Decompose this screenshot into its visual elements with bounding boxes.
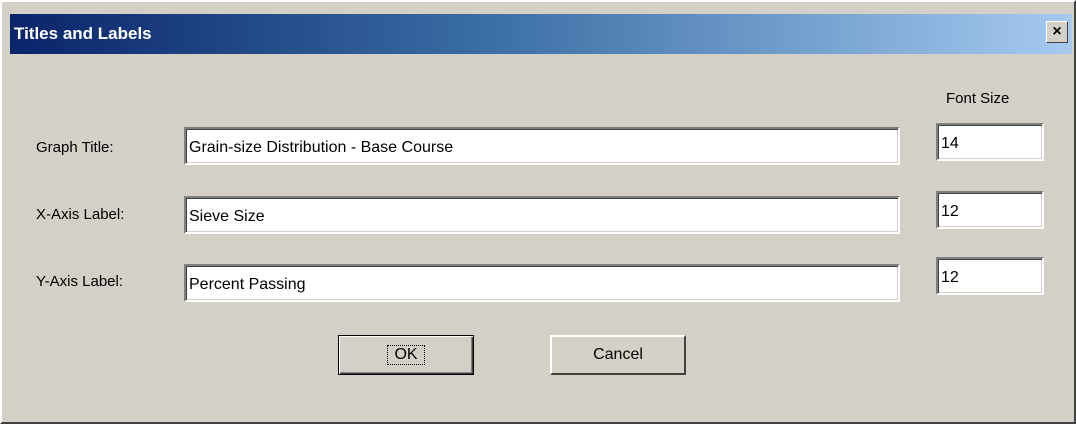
graph-title-input[interactable] bbox=[184, 127, 900, 165]
ok-button[interactable]: OK bbox=[338, 335, 474, 375]
y-axis-font-size-input[interactable] bbox=[936, 257, 1044, 295]
dialog-title: Titles and Labels bbox=[14, 24, 152, 43]
font-size-header: Font Size bbox=[946, 90, 1010, 107]
close-icon: × bbox=[1052, 23, 1062, 40]
y-axis-label-label: Y-Axis Label: bbox=[36, 273, 123, 290]
dialog-window: Titles and Labels × Font Size Graph Titl… bbox=[0, 0, 1076, 424]
cancel-button-label: Cancel bbox=[593, 346, 643, 363]
x-axis-font-size-input[interactable] bbox=[936, 191, 1044, 229]
graph-title-font-size-input[interactable] bbox=[936, 123, 1044, 161]
graph-title-label: Graph Title: bbox=[36, 139, 114, 156]
x-axis-label-input[interactable] bbox=[184, 196, 900, 234]
y-axis-label-input[interactable] bbox=[184, 264, 900, 302]
title-bar[interactable]: Titles and Labels × bbox=[10, 14, 1072, 54]
close-button[interactable]: × bbox=[1046, 21, 1068, 43]
x-axis-label-label: X-Axis Label: bbox=[36, 206, 125, 223]
ok-button-label: OK bbox=[387, 345, 425, 365]
cancel-button[interactable]: Cancel bbox=[550, 335, 686, 375]
